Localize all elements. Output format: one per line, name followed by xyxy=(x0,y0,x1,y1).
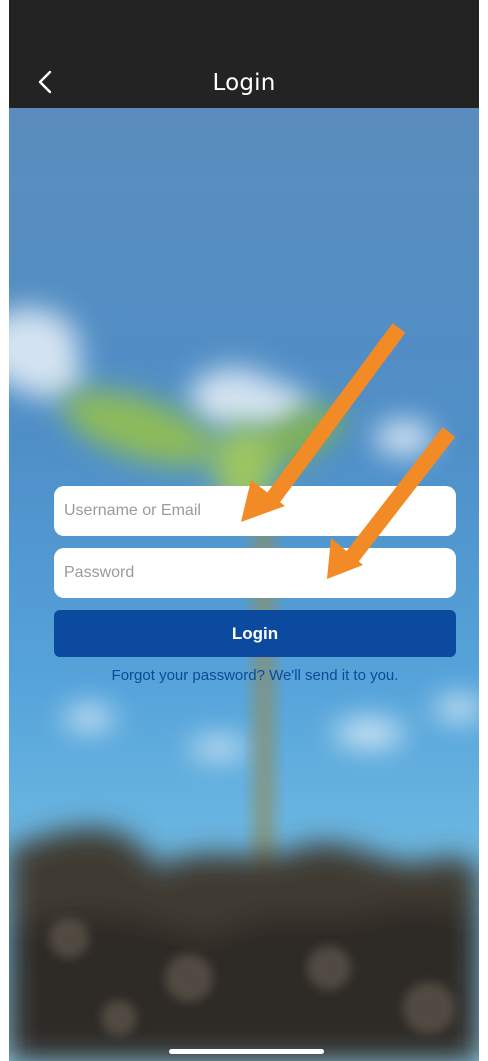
password-input[interactable] xyxy=(54,548,456,598)
navigation-bar: Login xyxy=(9,60,479,108)
home-indicator xyxy=(169,1049,324,1054)
page-title: Login xyxy=(212,70,276,96)
status-bar xyxy=(9,0,479,60)
username-input[interactable] xyxy=(54,486,456,536)
forgot-password-link[interactable]: Forgot your password? We'll send it to y… xyxy=(54,667,456,684)
login-button[interactable]: Login xyxy=(54,610,456,657)
login-form: Login Forgot your password? We'll send i… xyxy=(54,486,456,684)
login-screen: Login Username or Email Login Forgot you… xyxy=(9,0,479,1061)
